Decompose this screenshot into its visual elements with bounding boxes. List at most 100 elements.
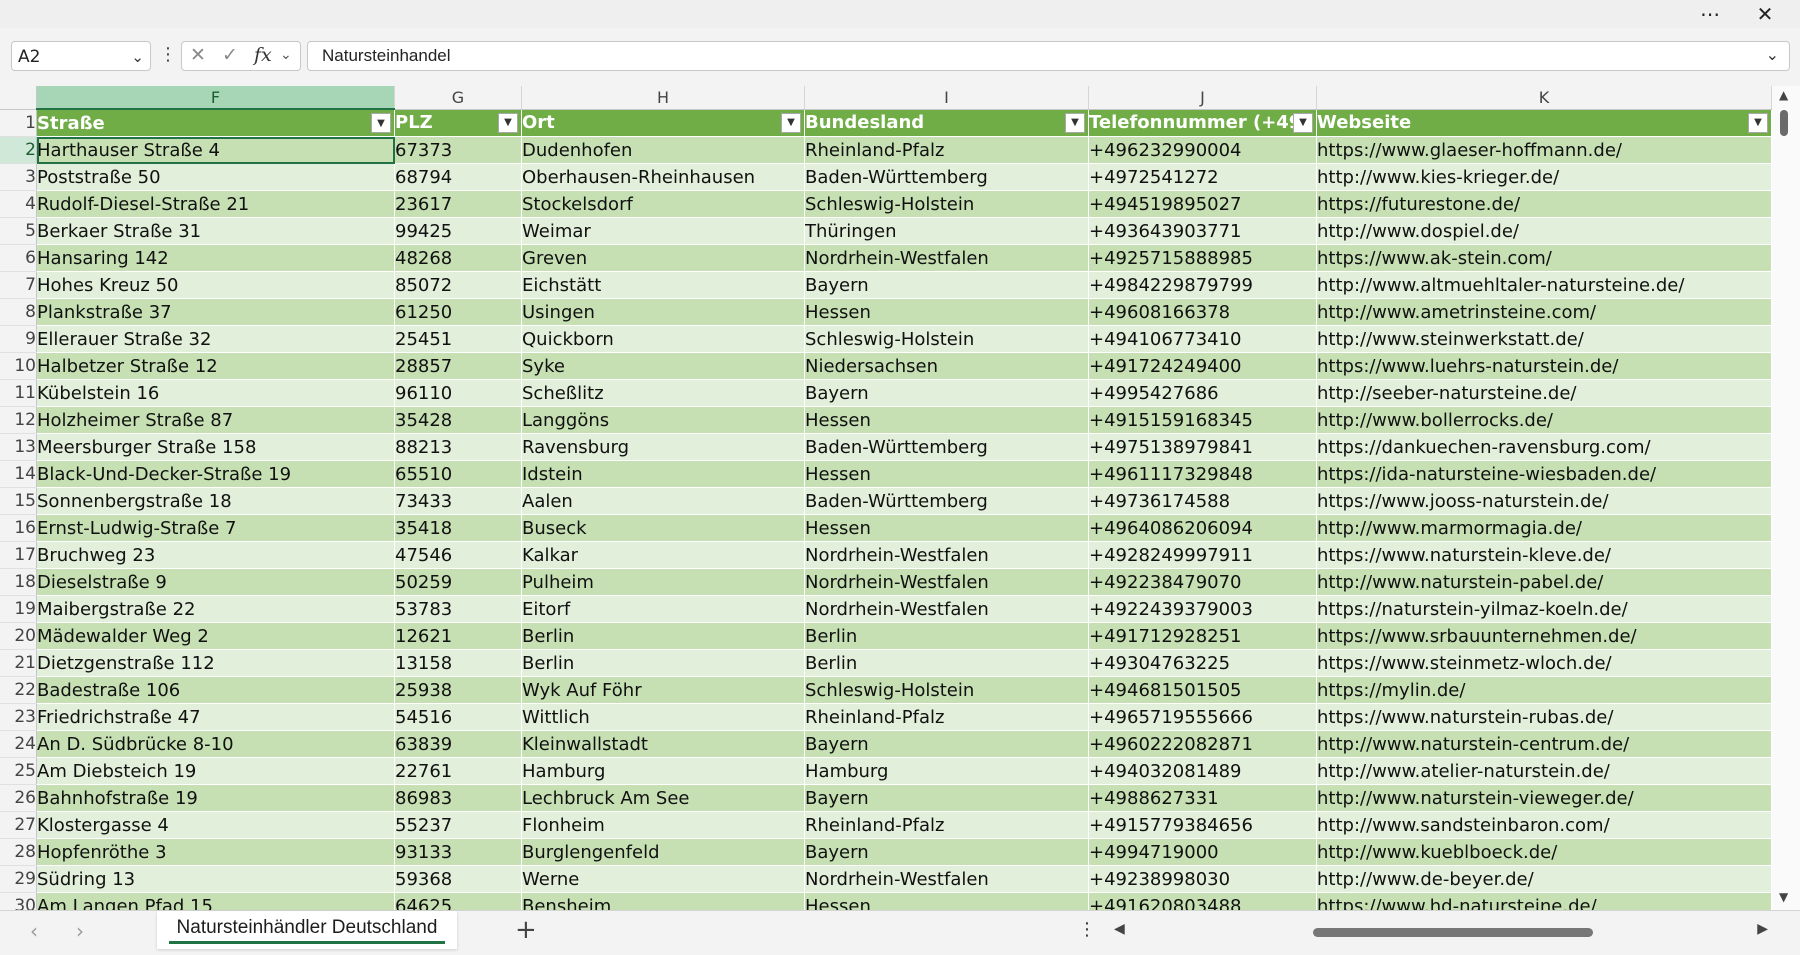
table-cell[interactable]: 48268	[394, 244, 522, 272]
table-cell[interactable]: https://www.naturstein-rubas.de/	[1316, 703, 1772, 731]
table-cell[interactable]: 85072	[394, 271, 522, 299]
table-cell[interactable]: http://www.naturstein-centrum.de/	[1316, 730, 1772, 758]
table-cell[interactable]: http://www.naturstein-pabel.de/	[1316, 568, 1772, 596]
table-header-cell[interactable]: Telefonnummer (+49) ▼	[1088, 109, 1317, 137]
table-cell[interactable]: +4964086206094	[1088, 514, 1317, 542]
table-cell[interactable]: +494519895027	[1088, 190, 1317, 218]
table-cell[interactable]: 64625	[394, 892, 522, 910]
table-cell[interactable]: +4972541272	[1088, 163, 1317, 191]
table-cell[interactable]: +49736174588	[1088, 487, 1317, 515]
table-cell[interactable]: Rheinland-Pfalz	[804, 136, 1089, 164]
table-cell[interactable]: https://www.steinmetz-wloch.de/	[1316, 649, 1772, 677]
table-cell[interactable]: Langgöns	[521, 406, 805, 434]
table-cell[interactable]: Flonheim	[521, 811, 805, 839]
table-cell[interactable]: Bayern	[804, 838, 1089, 866]
filter-dropdown-icon[interactable]: ▼	[781, 112, 801, 133]
table-cell[interactable]: 47546	[394, 541, 522, 569]
table-cell[interactable]: Badestraße 106	[36, 676, 395, 704]
table-cell[interactable]: Weimar	[521, 217, 805, 245]
table-cell[interactable]: Bayern	[804, 379, 1089, 407]
column-header-j[interactable]: J	[1088, 86, 1317, 110]
table-cell[interactable]: +49608166378	[1088, 298, 1317, 326]
table-cell[interactable]: http://www.bollerrocks.de/	[1316, 406, 1772, 434]
table-cell[interactable]: Dietzgenstraße 112	[36, 649, 395, 677]
table-cell[interactable]: Berlin	[521, 649, 805, 677]
table-cell[interactable]: +494106773410	[1088, 325, 1317, 353]
table-cell[interactable]: Rudolf-Diesel-Straße 21	[36, 190, 395, 218]
table-cell[interactable]: 63839	[394, 730, 522, 758]
table-cell[interactable]: +4961117329848	[1088, 460, 1317, 488]
table-cell[interactable]: +492238479070	[1088, 568, 1317, 596]
add-sheet-button[interactable]: +	[515, 915, 537, 945]
table-cell[interactable]: Berlin	[804, 649, 1089, 677]
table-cell[interactable]: 22761	[394, 757, 522, 785]
table-cell[interactable]: https://www.jooss-naturstein.de/	[1316, 487, 1772, 515]
table-cell[interactable]: Quickborn	[521, 325, 805, 353]
table-cell[interactable]: An D. Südbrücke 8-10	[36, 730, 395, 758]
table-cell[interactable]: Dieselstraße 9	[36, 568, 395, 596]
table-cell[interactable]: Kalkar	[521, 541, 805, 569]
expand-formula-icon[interactable]: ⌄	[1766, 42, 1779, 70]
vertical-dots-icon[interactable]: ⋮	[159, 44, 177, 65]
scrollbar-thumb[interactable]	[1780, 110, 1788, 136]
table-cell[interactable]: +493643903771	[1088, 217, 1317, 245]
scroll-down-icon[interactable]: ▼	[1779, 890, 1788, 904]
table-cell[interactable]: Nordrhein-Westfalen	[804, 865, 1089, 893]
table-cell[interactable]: Schleswig-Holstein	[804, 325, 1089, 353]
table-cell[interactable]: 67373	[394, 136, 522, 164]
row-header[interactable]: 3	[0, 163, 37, 191]
table-cell[interactable]: Ravensburg	[521, 433, 805, 461]
table-cell[interactable]: Wittlich	[521, 703, 805, 731]
row-header[interactable]: 12	[0, 406, 37, 434]
scroll-right-icon[interactable]: ▶	[1757, 921, 1768, 937]
row-header[interactable]: 18	[0, 568, 37, 596]
row-header[interactable]: 27	[0, 811, 37, 839]
table-cell[interactable]: 86983	[394, 784, 522, 812]
table-cell[interactable]: Hessen	[804, 892, 1089, 910]
table-cell[interactable]: Am Diebsteich 19	[36, 757, 395, 785]
table-cell[interactable]: 55237	[394, 811, 522, 839]
row-header[interactable]: 11	[0, 379, 37, 407]
table-cell[interactable]: Berkaer Straße 31	[36, 217, 395, 245]
table-cell[interactable]: +4994719000	[1088, 838, 1317, 866]
table-cell[interactable]: Schleswig-Holstein	[804, 190, 1089, 218]
table-cell[interactable]: +4928249997911	[1088, 541, 1317, 569]
table-cell[interactable]: Harthauser Straße 4	[36, 136, 395, 164]
table-cell[interactable]: Werne	[521, 865, 805, 893]
table-cell[interactable]: 59368	[394, 865, 522, 893]
table-cell[interactable]: 25451	[394, 325, 522, 353]
chevron-down-icon[interactable]: ⌄	[131, 42, 144, 72]
scroll-up-icon[interactable]: ▲	[1779, 88, 1788, 102]
table-cell[interactable]: Burglengenfeld	[521, 838, 805, 866]
table-cell[interactable]: +4988627331	[1088, 784, 1317, 812]
table-cell[interactable]: Halbetzer Straße 12	[36, 352, 395, 380]
table-cell[interactable]: Sonnenbergstraße 18	[36, 487, 395, 515]
table-cell[interactable]: 61250	[394, 298, 522, 326]
table-cell[interactable]: Aalen	[521, 487, 805, 515]
table-cell[interactable]: 99425	[394, 217, 522, 245]
table-cell[interactable]: +4915779384656	[1088, 811, 1317, 839]
table-cell[interactable]: 50259	[394, 568, 522, 596]
table-cell[interactable]: +491724249400	[1088, 352, 1317, 380]
table-cell[interactable]: Hessen	[804, 406, 1089, 434]
row-header[interactable]: 9	[0, 325, 37, 353]
table-cell[interactable]: Bensheim	[521, 892, 805, 910]
table-cell[interactable]: +49238998030	[1088, 865, 1317, 893]
table-cell[interactable]: http://www.kies-krieger.de/	[1316, 163, 1772, 191]
row-header[interactable]: 24	[0, 730, 37, 758]
close-button[interactable]: ✕	[1745, 2, 1785, 26]
vertical-scrollbar[interactable]: ▲ ▼	[1772, 86, 1800, 910]
table-cell[interactable]: 96110	[394, 379, 522, 407]
table-cell[interactable]: Bayern	[804, 730, 1089, 758]
column-header-f[interactable]: F	[36, 86, 395, 110]
table-cell[interactable]: Hamburg	[521, 757, 805, 785]
table-cell[interactable]: Nordrhein-Westfalen	[804, 595, 1089, 623]
table-cell[interactable]: Kleinwallstadt	[521, 730, 805, 758]
cancel-icon[interactable]: ✕	[190, 44, 206, 66]
table-cell[interactable]: Usingen	[521, 298, 805, 326]
table-cell[interactable]: Lechbruck Am See	[521, 784, 805, 812]
table-cell[interactable]: Plankstraße 37	[36, 298, 395, 326]
row-header[interactable]: 28	[0, 838, 37, 866]
table-cell[interactable]: Am Langen Pfad 15	[36, 892, 395, 910]
scrollbar-thumb[interactable]	[1313, 928, 1593, 937]
